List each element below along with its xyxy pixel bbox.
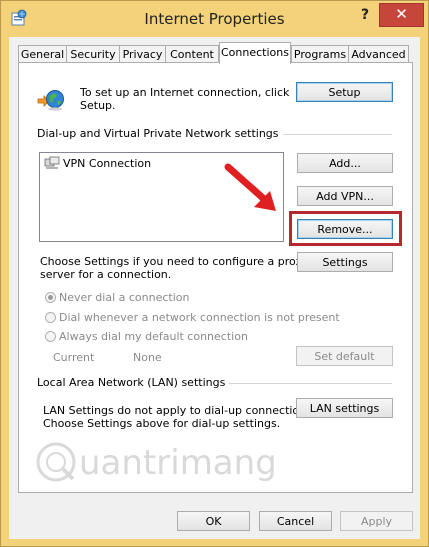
tab-programs[interactable]: Programs [291,45,349,63]
lan-group-label: Local Area Network (LAN) settings [37,376,230,389]
radio-dial-whenever-label: Dial whenever a network connection is no… [59,311,340,324]
lan-settings-button[interactable]: LAN settings [296,398,393,418]
setup-button[interactable]: Setup [296,82,393,102]
tab-general[interactable]: General [18,45,67,63]
tab-privacy[interactable]: Privacy [119,45,166,63]
radio-never-dial-label: Never dial a connection [59,291,190,304]
tab-advanced[interactable]: Advanced [348,45,409,63]
ok-button[interactable]: OK [177,511,250,531]
red-arrow-icon [224,163,276,211]
current-value: None [133,351,162,364]
current-label: Current [53,351,95,364]
globe-icon [37,90,64,111]
add-button[interactable]: Add... [297,153,393,173]
list-item-label: VPN Connection [63,157,152,170]
close-button[interactable]: ✕ [379,3,424,27]
connections-panel: To set up an Internet connection, click … [18,62,413,493]
vpn-connection-icon [44,156,60,169]
choose-settings-line2: server for a connection. [40,268,172,281]
tab-content[interactable]: Content [165,45,219,63]
radio-never-dial[interactable] [45,292,56,303]
choose-settings-line1: Choose Settings if you need to configure… [40,255,309,268]
settings-button[interactable]: Settings [297,252,393,272]
radio-always-dial[interactable] [45,331,56,342]
lan-description-line1: LAN Settings do not apply to dial-up con… [43,404,316,417]
setup-description-line2: Setup. [80,99,116,112]
tab-security[interactable]: Security [66,45,120,63]
add-vpn-button[interactable]: Add VPN... [297,186,393,206]
cancel-button[interactable]: Cancel [259,511,332,531]
dialog-window: Internet Properties ? ✕ General Security… [0,0,429,547]
remove-highlight-box [289,211,402,246]
radio-dial-whenever[interactable] [45,312,56,323]
set-default-button[interactable]: Set default [296,346,393,366]
dialup-group-label: Dial-up and Virtual Private Network sett… [37,127,283,140]
watermark-logo-icon [36,442,76,482]
lan-description-line2: Choose Settings above for dial-up settin… [43,417,281,430]
apply-button[interactable]: Apply [340,511,413,531]
help-button[interactable]: ? [353,5,377,25]
watermark: uantrimang [33,439,277,489]
watermark-text: uantrimang [79,443,277,483]
setup-description-line1: To set up an Internet connection, click [80,86,290,99]
radio-always-dial-label: Always dial my default connection [59,330,248,343]
dialog-client-area: General Security Privacy Content Connect… [9,37,420,539]
title-bar[interactable]: Internet Properties ? ✕ [1,1,428,37]
tab-connections[interactable]: Connections [219,42,291,64]
